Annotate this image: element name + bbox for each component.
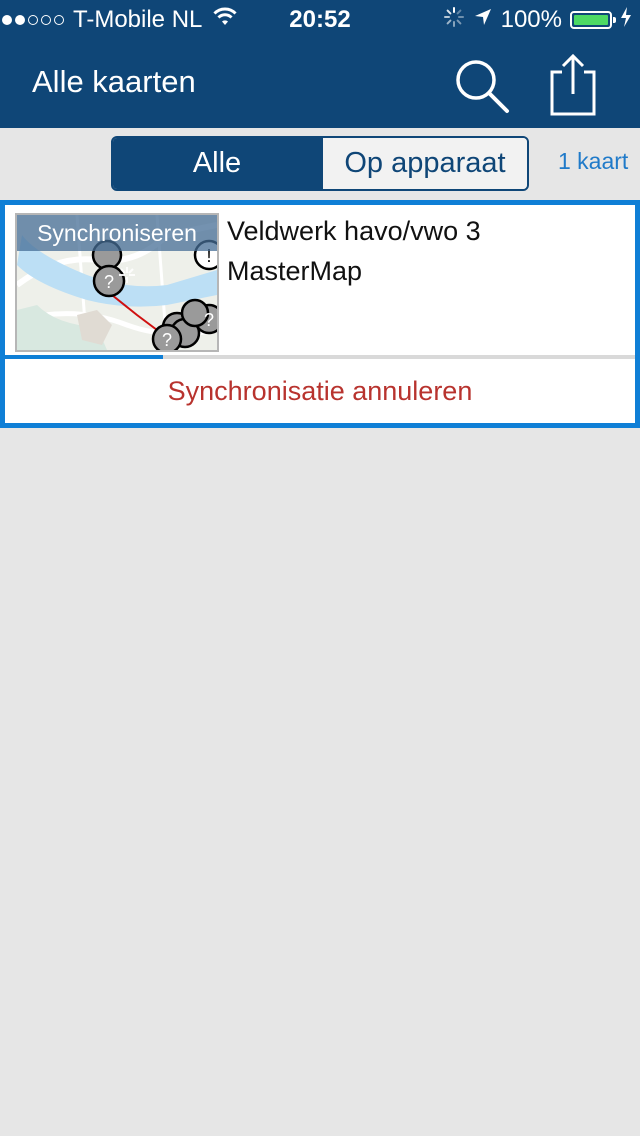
map-thumbnail: ! ? ? ? Synchroniseren (15, 213, 219, 352)
page-title: Alle kaarten (32, 64, 196, 99)
search-icon[interactable] (452, 56, 512, 116)
map-list-item[interactable]: ! ? ? ? Synchroniseren Veldwerk havo/vwo… (0, 200, 640, 428)
charging-bolt-icon (620, 6, 632, 34)
sync-overlay-label: Synchroniseren (17, 215, 217, 251)
map-count-label: 1 kaart (558, 148, 629, 174)
filter-segmented-control: Alle Op apparaat (111, 136, 529, 191)
filter-all-tab[interactable]: Alle (113, 138, 321, 189)
map-title: Veldwerk havo/vwo 3 MasterMap (227, 211, 627, 291)
status-bar: T-Mobile NL 20:52 100% (0, 0, 640, 40)
filter-on-device-tab[interactable]: Op apparaat (321, 138, 527, 189)
location-arrow-icon (473, 6, 493, 34)
filter-bar: Alle Op apparaat 1 kaart (0, 128, 640, 198)
battery-percent: 100% (500, 6, 562, 33)
navigation-bar: Alle kaarten (0, 40, 640, 128)
map-title-line-2: MasterMap (227, 256, 363, 286)
activity-spinner-icon (443, 6, 465, 35)
svg-text:?: ? (162, 330, 172, 350)
cancel-sync-button[interactable]: Synchronisatie annuleren (5, 359, 635, 423)
map-title-line-1: Veldwerk havo/vwo 3 (227, 216, 481, 246)
svg-text:?: ? (104, 272, 114, 292)
battery-icon (570, 11, 616, 29)
share-icon[interactable] (546, 52, 602, 118)
status-right: 100% (435, 6, 632, 34)
svg-text:?: ? (204, 310, 214, 330)
